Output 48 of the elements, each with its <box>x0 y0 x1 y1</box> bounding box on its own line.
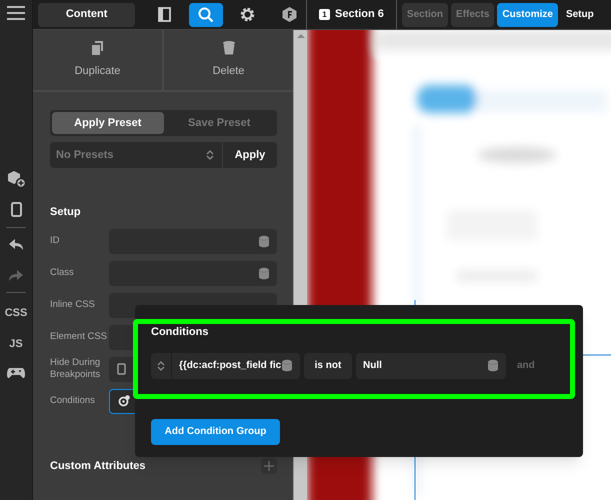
element-tab[interactable]: Customize <box>497 2 558 26</box>
rail-label[interactable]: JS <box>9 336 23 352</box>
section-title: Custom Attributes <box>50 458 146 474</box>
menu-icon[interactable] <box>7 6 25 20</box>
add-condition-group-button[interactable]: Add Condition Group <box>151 418 280 444</box>
plus-icon <box>264 460 274 471</box>
rail-label[interactable]: CSS <box>4 305 28 322</box>
cube-plus-icon[interactable] <box>6 170 26 188</box>
field-label: Class <box>50 266 75 280</box>
action-button[interactable]: Duplicate <box>33 30 164 90</box>
field-label: Conditions <box>50 394 96 408</box>
field-label: Element CSS <box>50 330 108 344</box>
input-field[interactable]: Null <box>356 352 506 378</box>
chevron-updown-icon <box>157 360 165 370</box>
undo-icon[interactable] <box>8 238 24 251</box>
database-icon <box>282 359 292 372</box>
index-badge: 1 <box>319 9 330 20</box>
database-icon <box>488 359 498 372</box>
field-label: Hide During Breakpoints <box>50 356 102 382</box>
database-icon <box>259 234 269 248</box>
copy-icon <box>90 40 104 56</box>
apply-button[interactable]: Apply <box>223 142 277 168</box>
gamepad-icon[interactable] <box>7 366 25 379</box>
tablet-icon[interactable] <box>10 202 22 217</box>
element-tab[interactable]: Setup <box>560 2 599 26</box>
section-title: Setup <box>50 205 82 220</box>
input-field[interactable] <box>109 260 277 286</box>
field-label: ID <box>50 234 60 248</box>
hexagon-icon <box>280 6 298 23</box>
content-button[interactable]: Content <box>38 2 136 26</box>
condition-icon <box>118 395 130 407</box>
popover-title: Conditions <box>151 325 210 340</box>
operator-select[interactable]: is not <box>304 352 352 378</box>
settings-icon <box>238 6 256 23</box>
tablet-icon <box>117 363 126 375</box>
input-field[interactable]: {{dc:acf:post_field fic <box>172 352 300 378</box>
database-icon <box>259 266 269 280</box>
input-field[interactable] <box>109 228 277 254</box>
element-label: Section 6 <box>335 7 384 22</box>
sort-handle[interactable] <box>151 352 172 378</box>
chevron-updown-icon <box>206 150 214 160</box>
search-icon <box>197 6 214 23</box>
panel-icon <box>156 6 173 23</box>
preset-tab[interactable]: Apply Preset <box>52 112 164 134</box>
trash-icon <box>222 40 236 56</box>
toolbar-button[interactable] <box>188 2 223 26</box>
action-button[interactable]: Delete <box>164 30 293 90</box>
field-label: Inline CSS <box>50 298 96 312</box>
